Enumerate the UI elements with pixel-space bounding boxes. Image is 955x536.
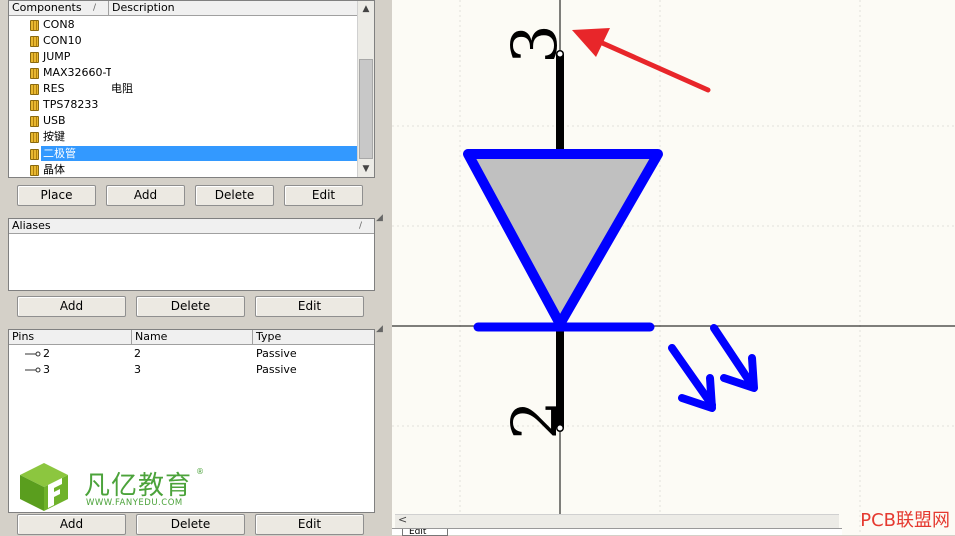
library-component-icon — [30, 52, 39, 63]
component-name: JUMP — [43, 50, 71, 63]
sort-indicator-icon: / — [93, 3, 97, 13]
fanyi-cube-icon — [20, 463, 68, 511]
component-row[interactable]: MAX32660-T( — [9, 65, 358, 81]
component-name: 按键 — [43, 130, 65, 143]
components-list-header: Components / Description — [9, 1, 374, 16]
red-annotation-arrow — [572, 28, 711, 93]
component-row[interactable]: JUMP — [9, 49, 358, 65]
logo-brand-text: 凡亿教育 — [84, 471, 193, 501]
components-list[interactable]: Components / Description CON8 CON10 JUMP… — [8, 0, 375, 178]
aliases-list[interactable]: Aliases / — [8, 218, 375, 291]
canvas-horizontal-scrollbar[interactable]: < — [395, 513, 839, 528]
aliases-column-header[interactable]: Aliases — [9, 219, 374, 234]
library-component-icon — [30, 116, 39, 127]
edit-alias-button[interactable]: Edit — [255, 296, 364, 317]
component-row[interactable]: USB — [9, 113, 358, 129]
logo-url-text: WWW.FANYEDU.COM — [86, 498, 183, 508]
document-tab-strip: Edit — [392, 528, 842, 536]
add-alias-button[interactable]: Add — [17, 296, 126, 317]
library-component-icon — [30, 165, 39, 176]
component-name: 二极管 — [43, 147, 76, 160]
scroll-down-icon[interactable]: ▼ — [358, 161, 374, 177]
component-name: CON8 — [43, 18, 75, 31]
library-panel: Components / Description CON8 CON10 JUMP… — [0, 0, 392, 535]
edit-component-button[interactable]: Edit — [284, 185, 363, 206]
pin-name: 3 — [134, 363, 141, 376]
type-column-header[interactable]: Type — [253, 330, 374, 345]
component-name: TPS78233 — [43, 98, 99, 111]
component-name: MAX32660-T( — [43, 66, 111, 79]
pins-column-header[interactable]: Pins — [9, 330, 132, 345]
pin-number: 3 — [43, 363, 50, 376]
pcb-union-watermark: PCB联盟网 — [860, 510, 950, 531]
library-component-icon — [30, 20, 39, 31]
diode-triangle[interactable] — [463, 149, 663, 329]
aliases-list-header: Aliases / — [9, 219, 374, 234]
component-row-selected[interactable]: 二极管 — [9, 146, 358, 162]
library-component-icon — [30, 100, 39, 111]
resize-grip-icon[interactable]: ◢ — [376, 213, 383, 223]
add-pin-button[interactable]: Add — [17, 514, 126, 535]
delete-pin-button[interactable]: Delete — [136, 514, 245, 535]
scroll-thumb[interactable] — [359, 59, 373, 159]
pin-type: Passive — [256, 363, 297, 376]
pin-icon — [25, 351, 41, 357]
schematic-drawing[interactable]: 3 2 — [392, 0, 955, 535]
pin-type: Passive — [256, 347, 297, 360]
component-description: 电阻 — [111, 82, 133, 95]
library-component-icon — [30, 68, 39, 79]
pin-3-label: 3 — [498, 24, 571, 63]
pin-row[interactable]: 3 3 Passive — [9, 362, 374, 378]
add-component-button[interactable]: Add — [106, 185, 185, 206]
pin-number: 2 — [43, 347, 50, 360]
library-component-icon — [30, 132, 39, 143]
selection-highlight — [41, 146, 357, 161]
scroll-up-icon[interactable]: ▲ — [358, 1, 374, 17]
name-column-header[interactable]: Name — [132, 330, 253, 345]
pin-2-label: 2 — [498, 400, 571, 439]
component-row[interactable]: RES 电阻 — [9, 81, 358, 97]
grid — [392, 0, 955, 535]
component-name: CON10 — [43, 34, 82, 47]
library-component-icon — [30, 84, 39, 95]
scroll-left-icon[interactable]: < — [398, 513, 407, 526]
delete-alias-button[interactable]: Delete — [136, 296, 245, 317]
component-name: 晶体 — [43, 163, 65, 176]
delete-component-button[interactable]: Delete — [195, 185, 274, 206]
pins-list-header: Pins Name Type — [9, 330, 374, 345]
fanyi-education-logo: 凡亿教育 ® WWW.FANYEDU.COM — [18, 461, 218, 513]
components-scrollbar[interactable]: ▲ ▼ — [357, 1, 374, 177]
component-name: USB — [43, 114, 66, 127]
pin-icon — [25, 367, 41, 373]
component-row[interactable]: CON10 — [9, 33, 358, 49]
description-column-header[interactable]: Description — [109, 1, 359, 16]
light-emission-arrows — [668, 324, 758, 412]
registered-mark: ® — [196, 467, 204, 476]
resize-grip-icon[interactable]: ◢ — [376, 324, 383, 334]
library-component-icon — [30, 149, 39, 160]
component-name: RES — [43, 82, 65, 95]
library-component-icon — [30, 36, 39, 47]
pin-row[interactable]: 2 2 Passive — [9, 346, 374, 362]
component-row[interactable]: CON8 — [9, 17, 358, 33]
schematic-canvas[interactable]: 3 2 — [392, 0, 955, 535]
edit-pin-button[interactable]: Edit — [255, 514, 364, 535]
sort-indicator-icon: / — [359, 221, 363, 231]
pin-name: 2 — [134, 347, 141, 360]
component-row[interactable]: 按键 — [9, 129, 358, 145]
component-row[interactable]: TPS78233 — [9, 97, 358, 113]
place-button[interactable]: Place — [17, 185, 96, 206]
component-row[interactable]: 晶体 — [9, 162, 358, 177]
